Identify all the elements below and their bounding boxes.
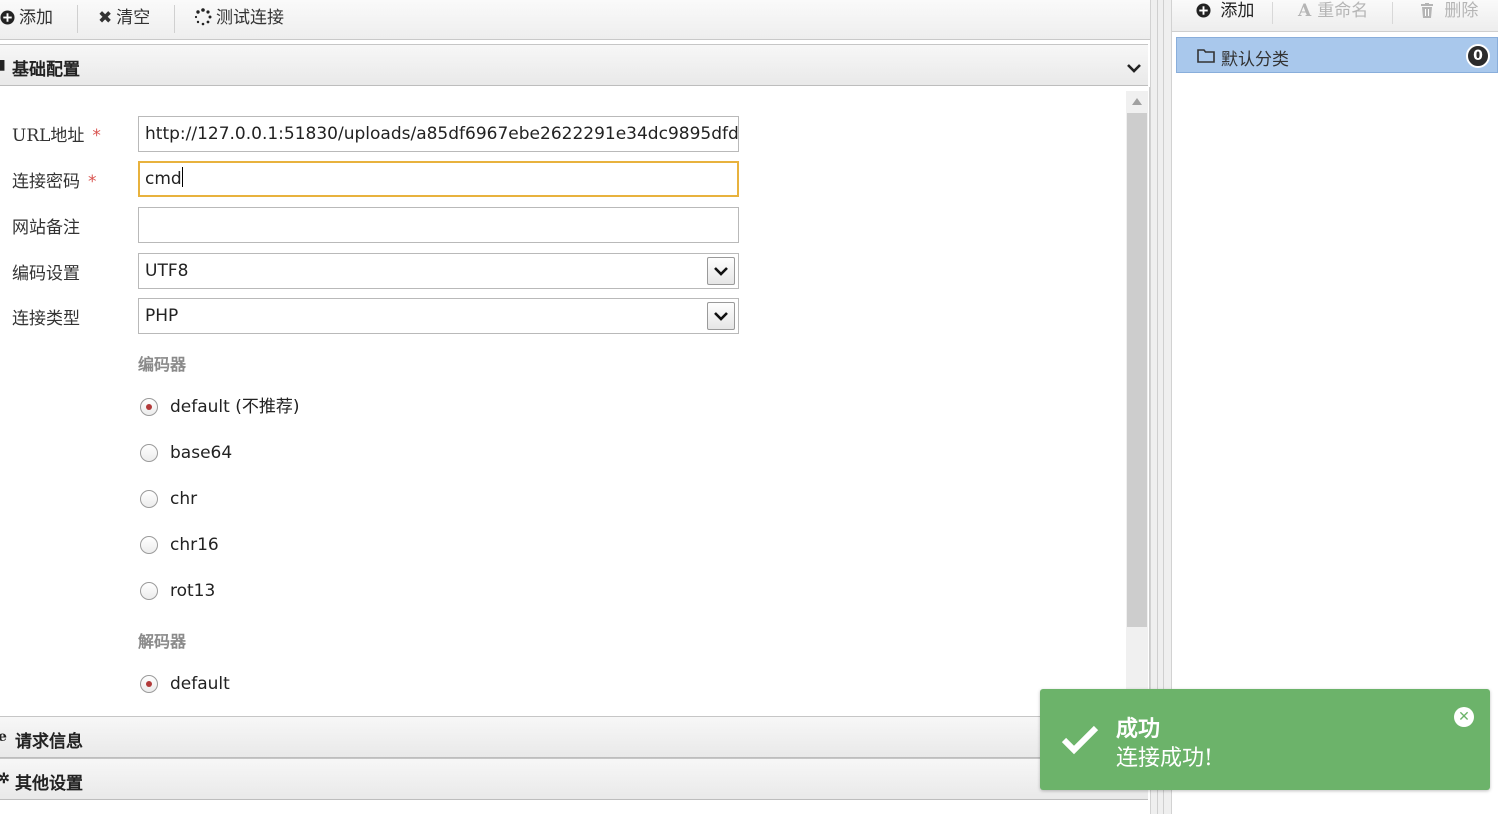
encoder-group-title: 编码器	[138, 355, 187, 374]
edit-shell-pane: 添加 ✖ 清空 测试连接 ▮ 基础配置 URL地址 * http://127.0…	[0, 0, 1150, 814]
test-connection-label: 测试连接	[216, 8, 284, 28]
password-value: cmd	[145, 169, 182, 189]
url-label-text: URL地址	[12, 126, 85, 146]
type-select[interactable]: PHP	[138, 298, 739, 334]
add-button[interactable]: 添加	[0, 0, 53, 36]
chevron-down-icon[interactable]	[707, 257, 735, 285]
radio-button[interactable]	[140, 490, 158, 508]
decoder-group-title: 解码器	[138, 632, 187, 651]
file-icon: ▮	[0, 57, 6, 73]
encoding-value: UTF8	[145, 261, 189, 281]
form-toolbar: 添加 ✖ 清空 测试连接	[0, 0, 1150, 40]
clear-button[interactable]: ✖ 清空	[98, 0, 150, 36]
accordion-other-settings[interactable]: ✲ 其他设置	[0, 758, 1148, 800]
radio-label: chr16	[170, 535, 219, 555]
cogs-icon: ✲	[0, 771, 10, 787]
chevron-down-icon	[1126, 59, 1142, 73]
font-icon: A	[1298, 1, 1312, 21]
plus-circle-icon	[1196, 1, 1220, 21]
category-rename-label: 重命名	[1317, 1, 1369, 21]
toolbar-divider	[1392, 2, 1393, 24]
text-caret	[181, 167, 183, 187]
toolbar-divider	[77, 5, 78, 33]
radio-label: base64	[170, 443, 233, 463]
radio-label: chr	[170, 489, 198, 509]
category-add-button[interactable]: 添加	[1196, 0, 1254, 24]
close-icon: ✖	[98, 8, 113, 28]
encoding-select[interactable]: UTF8	[138, 253, 739, 289]
category-delete-button[interactable]: 删除	[1420, 0, 1478, 24]
url-label: URL地址 *	[12, 121, 101, 146]
folder-icon	[1197, 48, 1215, 68]
category-item-label: 默认分类	[1221, 50, 1289, 70]
password-input[interactable]: cmd	[138, 161, 739, 197]
category-add-label: 添加	[1220, 1, 1255, 21]
plus-circle-icon	[0, 0, 15, 36]
toast-title: 成功	[1116, 716, 1161, 742]
encoding-label: 编码设置	[12, 264, 80, 284]
shell-manager-window: 添加 ✖ 清空 测试连接 ▮ 基础配置 URL地址 * http://127.0…	[0, 0, 1498, 814]
toolbar-divider	[174, 5, 175, 33]
radio-label: default (不推荐)	[170, 397, 300, 417]
radio-button[interactable]	[140, 675, 158, 693]
check-icon	[1060, 723, 1100, 760]
note-input[interactable]	[138, 207, 739, 243]
url-input[interactable]: http://127.0.0.1:51830/uploads/a85df6967…	[138, 116, 739, 152]
radio-button[interactable]	[140, 536, 158, 554]
radio-button[interactable]	[140, 582, 158, 600]
close-icon[interactable]: ✕	[1454, 707, 1474, 727]
radio-button[interactable]	[140, 444, 158, 462]
note-label: 网站备注	[12, 218, 80, 238]
scroll-up-icon[interactable]	[1132, 97, 1142, 105]
toolbar-divider	[1272, 2, 1273, 24]
category-delete-label: 删除	[1444, 1, 1479, 21]
radio-label: rot13	[170, 581, 216, 601]
accordion-request-title: 请求信息	[15, 732, 83, 752]
type-label: 连接类型	[12, 309, 80, 329]
type-value: PHP	[145, 306, 179, 326]
radio-label: default	[170, 674, 230, 694]
basic-config-form: URL地址 * http://127.0.0.1:51830/uploads/a8…	[0, 87, 1150, 715]
scrollbar-thumb[interactable]	[1127, 113, 1147, 627]
trash-icon	[1420, 1, 1444, 21]
category-rename-button[interactable]: A 重命名	[1298, 0, 1368, 24]
count-badge: 0	[1466, 44, 1490, 68]
success-toast: 成功 连接成功! ✕	[1040, 689, 1490, 790]
chevron-down-icon[interactable]	[707, 302, 735, 330]
required-mark: *	[88, 172, 97, 192]
password-label: 连接密码 *	[12, 167, 97, 192]
password-label-text: 连接密码	[12, 172, 80, 192]
form-scrollbar[interactable]	[1126, 91, 1148, 711]
accordion-basic-title: 基础配置	[12, 60, 80, 80]
category-item-default[interactable]: 默认分类 0	[1176, 37, 1498, 73]
test-connection-button[interactable]: 测试连接	[194, 0, 284, 36]
add-button-label: 添加	[19, 8, 53, 28]
category-toolbar: 添加 A 重命名 删除	[1172, 0, 1498, 32]
toast-message: 连接成功!	[1116, 746, 1213, 771]
accordion-other-title: 其他设置	[15, 774, 83, 794]
clear-button-label: 清空	[116, 8, 151, 28]
radio-button[interactable]	[140, 398, 158, 416]
required-mark: *	[92, 126, 101, 146]
accordion-basic-config[interactable]: ▮ 基础配置	[0, 44, 1148, 86]
ie-icon: e	[0, 729, 7, 745]
accordion-request-info[interactable]: e 请求信息	[0, 716, 1148, 758]
spinner-icon	[194, 0, 212, 36]
